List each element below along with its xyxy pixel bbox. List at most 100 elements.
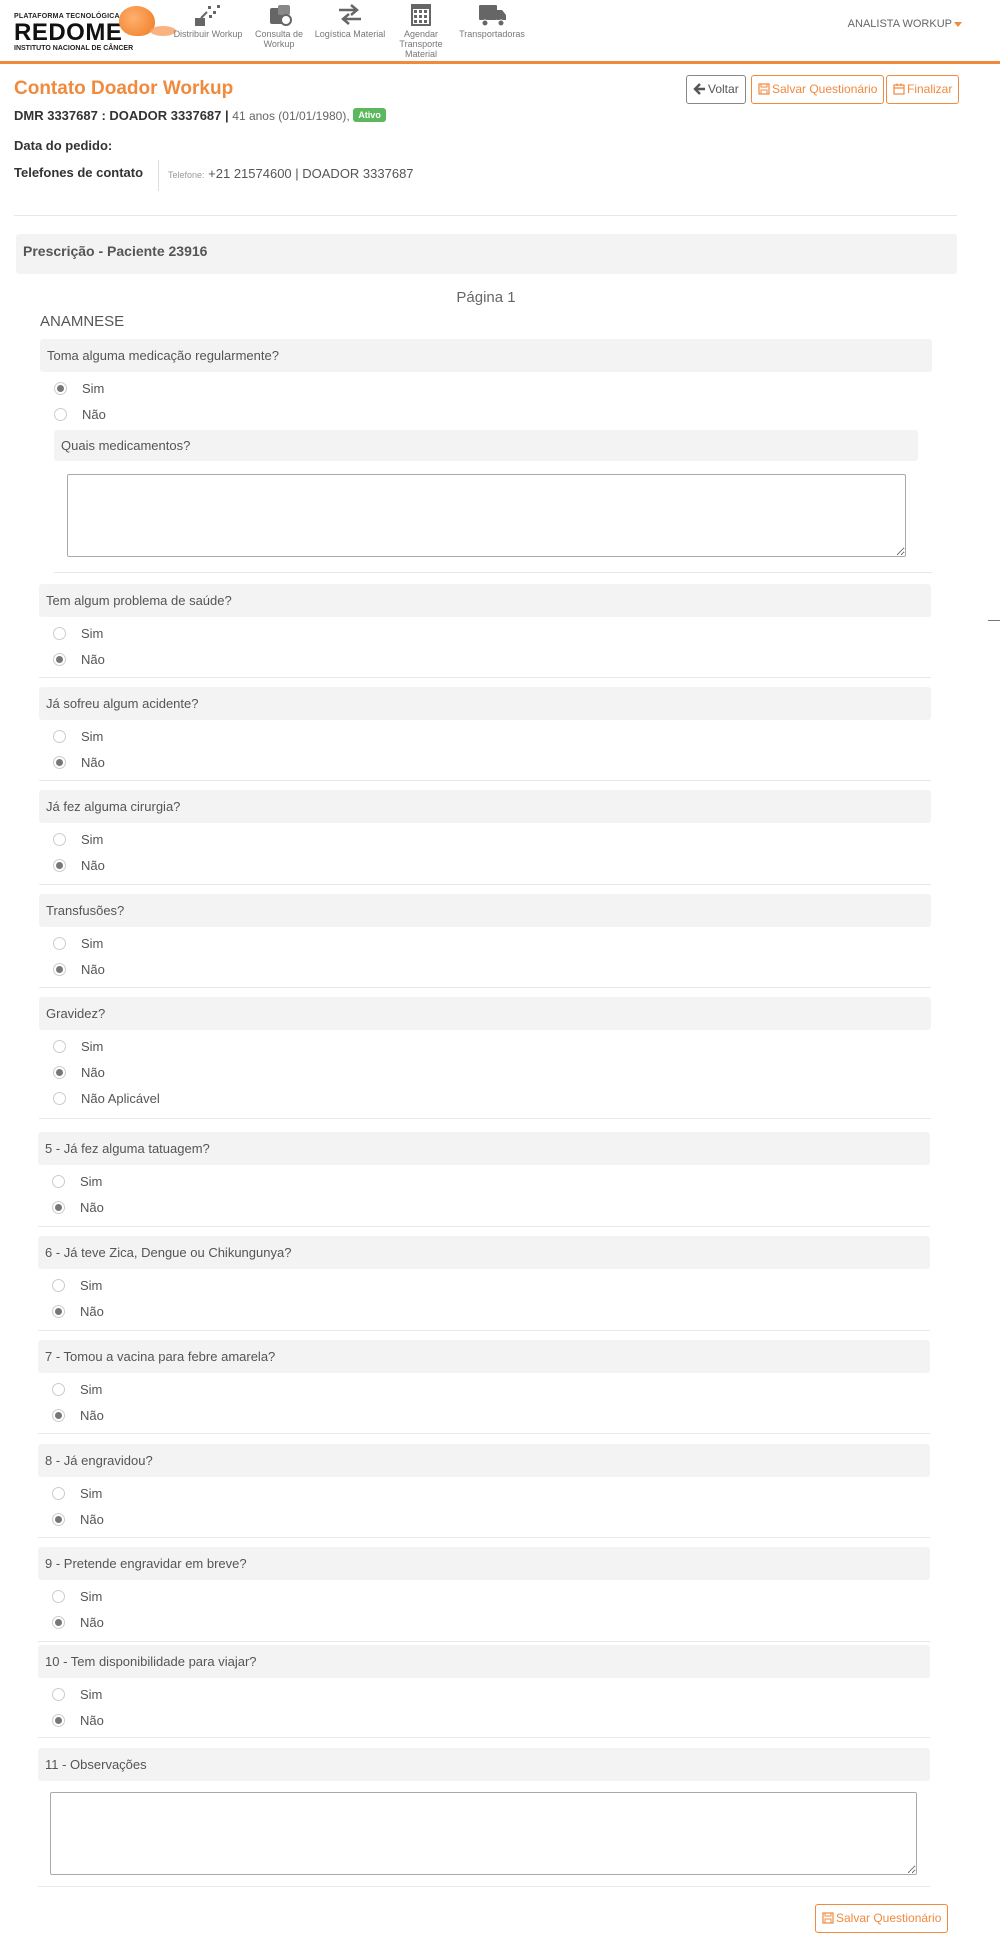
save-label: Salvar Questionário — [772, 82, 878, 96]
radio-option[interactable]: Não — [53, 962, 105, 978]
save-questionnaire-button[interactable]: Salvar Questionário — [751, 75, 885, 104]
nav-logistica-material[interactable]: Logística Material — [314, 2, 386, 39]
calendar-icon — [411, 4, 431, 26]
radio-option[interactable]: Não — [53, 1065, 105, 1081]
finish-button[interactable]: Finalizar — [886, 75, 960, 104]
nav-label: Distribuir Workup — [173, 29, 243, 39]
option-label: Sim — [82, 381, 105, 396]
radio-option[interactable]: Não Aplicável — [53, 1091, 160, 1107]
radio-option[interactable]: Sim — [53, 626, 103, 642]
radio-button[interactable] — [53, 833, 66, 846]
radio-option[interactable]: Não — [53, 755, 105, 771]
radio-button[interactable] — [54, 408, 67, 421]
radio-button[interactable] — [53, 1040, 66, 1053]
user-name: ANALISTA WORKUP — [847, 18, 952, 30]
radio-button[interactable] — [52, 1175, 65, 1188]
radio-button[interactable] — [53, 730, 66, 743]
radio-option[interactable]: Não — [52, 1200, 104, 1216]
observations-block: 11 - Observações — [38, 1748, 930, 1781]
radio-button[interactable] — [52, 1305, 65, 1318]
nav-label: Agendar Transporte Material — [399, 29, 443, 59]
radio-option[interactable]: Sim — [52, 1174, 102, 1190]
nav-transportadoras[interactable]: Transportadoras — [456, 2, 528, 39]
question-label: 10 - Tem disponibilidade para viajar? — [38, 1645, 930, 1678]
distribute-icon — [195, 5, 220, 26]
save-questionnaire-bottom-button[interactable]: Salvar Questionário — [815, 1904, 949, 1933]
question-label: Já sofreu algum acidente? — [39, 687, 931, 720]
radio-option[interactable]: Não — [54, 407, 106, 423]
radio-button[interactable] — [52, 1279, 65, 1292]
phone-prefix: Telefone: — [168, 170, 205, 180]
radio-option[interactable]: Não — [53, 652, 105, 668]
radio-button[interactable] — [52, 1409, 65, 1422]
radio-option[interactable]: Sim — [53, 1039, 103, 1055]
radio-button[interactable] — [52, 1201, 65, 1214]
request-date-label: Data do pedido: — [14, 138, 113, 153]
floppy-icon — [758, 83, 770, 95]
status-badge: Ativo — [353, 108, 386, 122]
option-label: Não — [81, 858, 105, 873]
redome-logo[interactable]: PLATAFORMA TECNOLÓGICA REDOME INSTITUTO … — [14, 6, 176, 54]
radio-button[interactable] — [52, 1513, 65, 1526]
radio-button[interactable] — [53, 756, 66, 769]
option-label: Sim — [81, 626, 104, 641]
group-title: ANAMNESE — [40, 313, 125, 330]
radio-button[interactable] — [52, 1383, 65, 1396]
question-divider — [38, 1886, 930, 1887]
observations-textarea[interactable] — [50, 1792, 917, 1875]
option-label: Não — [80, 1408, 104, 1423]
user-menu[interactable]: ANALISTA WORKUP — [848, 18, 962, 30]
radio-option[interactable]: Sim — [52, 1486, 102, 1502]
radio-button[interactable] — [53, 627, 66, 640]
question-label: 7 - Tomou a vacina para febre amarela? — [38, 1340, 930, 1373]
radio-option[interactable]: Sim — [52, 1687, 102, 1703]
radio-button[interactable] — [53, 859, 66, 872]
sub-question-label: Quais medicamentos? — [54, 430, 918, 461]
radio-button[interactable] — [53, 1092, 66, 1105]
radio-option[interactable]: Sim — [52, 1589, 102, 1605]
radio-button[interactable] — [54, 382, 67, 395]
radio-option[interactable]: Não — [52, 1512, 104, 1528]
nav-distribuir-workup[interactable]: Distribuir Workup — [172, 2, 244, 39]
radio-option[interactable]: Sim — [53, 729, 103, 745]
radio-button[interactable] — [52, 1590, 65, 1603]
back-button[interactable]: Voltar — [686, 75, 746, 104]
option-label: Sim — [81, 729, 104, 744]
medications-textarea[interactable] — [67, 474, 906, 557]
radio-button[interactable] — [53, 1066, 66, 1079]
radio-option[interactable]: Não — [52, 1408, 104, 1424]
question-label: 5 - Já fez alguma tatuagem? — [38, 1132, 930, 1165]
arrow-left-icon — [693, 83, 705, 95]
question-label: 9 - Pretende engravidar em breve? — [38, 1547, 930, 1580]
question-block: 9 - Pretende engravidar em breve? Sim Nã… — [38, 1547, 930, 1630]
radio-button[interactable] — [52, 1714, 65, 1727]
option-label: Não Aplicável — [81, 1091, 160, 1106]
radio-option[interactable]: Sim — [52, 1382, 102, 1398]
question-block: 10 - Tem disponibilidade para viajar? Si… — [38, 1645, 930, 1728]
radio-option[interactable]: Sim — [53, 936, 103, 952]
section-title: Prescrição - Paciente 23916 — [23, 243, 208, 259]
radio-option[interactable]: Não — [52, 1304, 104, 1320]
radio-button[interactable] — [53, 653, 66, 666]
radio-option[interactable]: Sim — [52, 1278, 102, 1294]
finish-label: Finalizar — [907, 82, 953, 96]
radio-button[interactable] — [53, 963, 66, 976]
nav-consulta-workup[interactable]: Consulta de Workup — [243, 2, 315, 49]
radio-button[interactable] — [52, 1616, 65, 1629]
option-label: Não — [80, 1304, 104, 1319]
radio-button[interactable] — [52, 1688, 65, 1701]
radio-option[interactable]: Sim — [53, 832, 103, 848]
question-divider — [39, 1118, 931, 1119]
back-label: Voltar — [708, 82, 739, 96]
radio-option[interactable]: Não — [53, 858, 105, 874]
radio-button[interactable] — [52, 1487, 65, 1500]
radio-option[interactable]: Não — [52, 1713, 104, 1729]
nav-label: Logística Material — [314, 29, 386, 39]
option-label: Sim — [81, 936, 104, 951]
radio-option[interactable]: Sim — [54, 381, 104, 397]
nav-agendar-transporte[interactable]: Agendar Transporte Material — [385, 2, 457, 59]
option-label: Sim — [80, 1382, 103, 1397]
question-block: 5 - Já fez alguma tatuagem? Sim Não — [38, 1132, 930, 1215]
radio-option[interactable]: Não — [52, 1615, 104, 1631]
radio-button[interactable] — [53, 937, 66, 950]
